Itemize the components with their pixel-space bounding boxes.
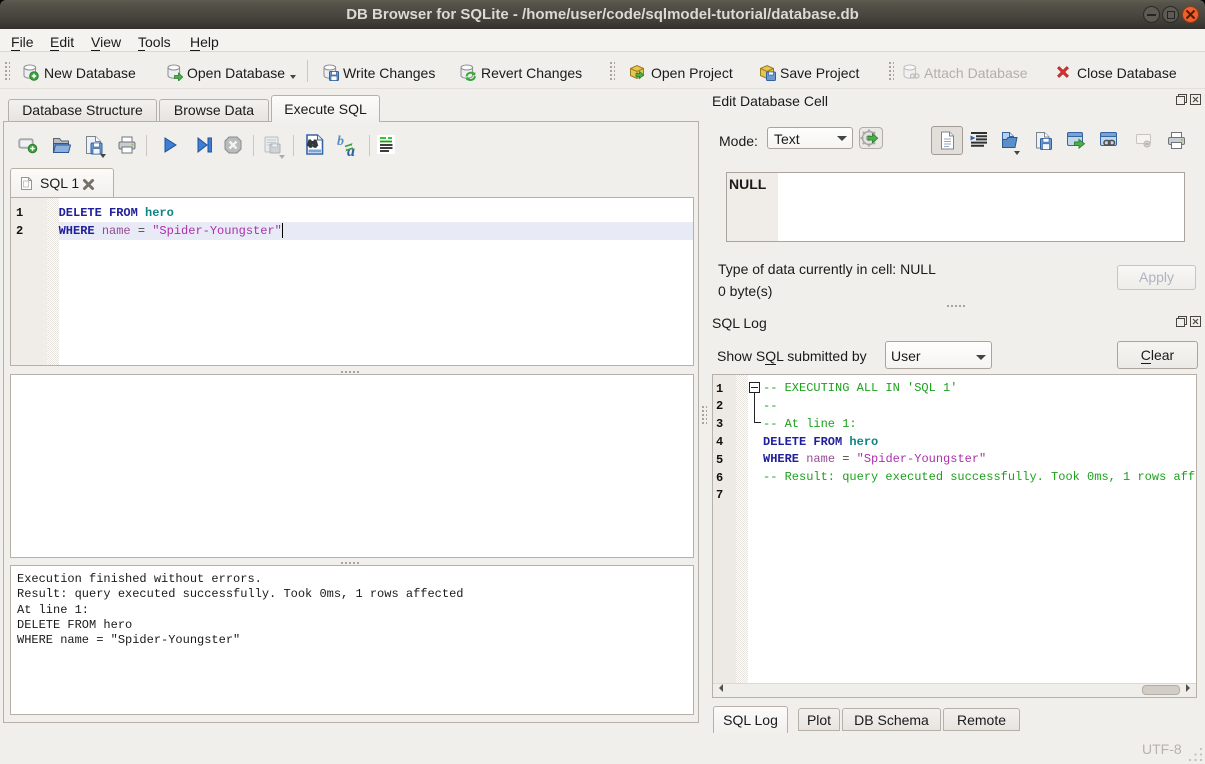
svg-text:b: b [337, 134, 344, 149]
